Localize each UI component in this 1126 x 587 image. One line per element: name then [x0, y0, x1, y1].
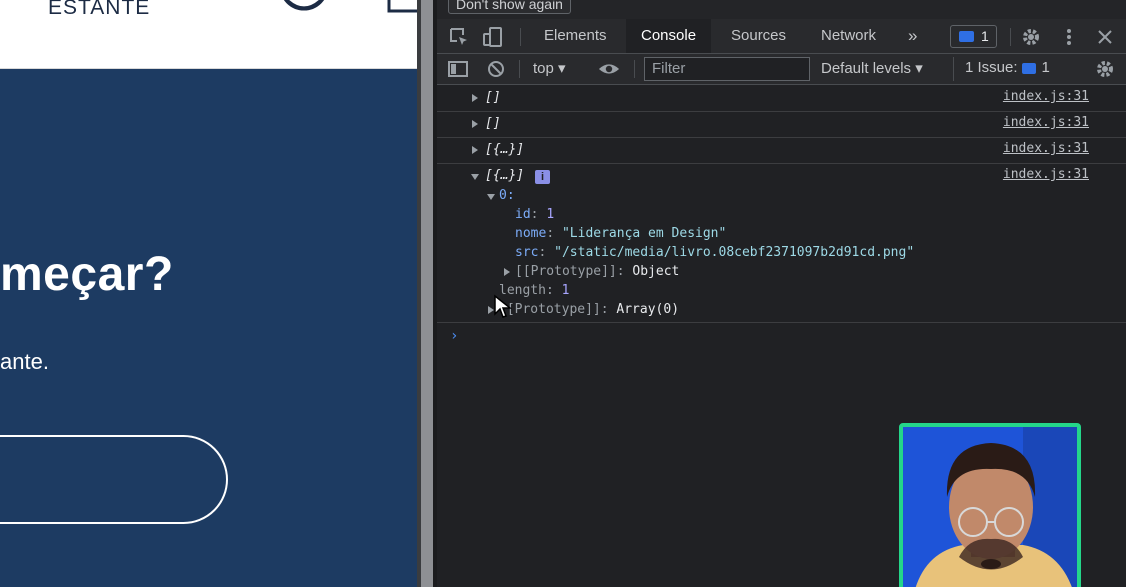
console-message-text: [{…}]: [485, 142, 525, 157]
console-settings-gear-icon[interactable]: [1094, 58, 1116, 80]
property-value: "Liderança em Design": [561, 226, 727, 241]
chevron-down-icon: ▾: [558, 60, 566, 77]
device-toolbar-icon[interactable]: [482, 26, 504, 48]
expand-triangle-icon[interactable]: [472, 94, 478, 102]
issues-counter-button[interactable]: 1 Issue: 1: [953, 57, 1067, 81]
property-id: id: 1: [515, 207, 555, 222]
tab-console[interactable]: Console: [626, 19, 712, 53]
source-link[interactable]: index.js:31: [1003, 89, 1089, 104]
tab-sources[interactable]: Sources: [731, 19, 786, 53]
hero-title: meçar?: [0, 248, 174, 301]
info-badge-icon[interactable]: i: [535, 170, 550, 184]
property-value: Object: [632, 264, 680, 279]
expand-triangle-icon[interactable]: [472, 120, 478, 128]
toolbar-divider: [1010, 28, 1011, 46]
property-key: src: [515, 245, 539, 260]
dont-show-again-button[interactable]: Don't show again: [448, 0, 571, 14]
filter-input[interactable]: Filter: [644, 57, 810, 81]
messages-count: 1: [981, 28, 989, 44]
message-bubble-icon: [959, 31, 974, 42]
settings-gear-icon[interactable]: [1020, 26, 1042, 48]
array-index-key: 0:: [499, 188, 515, 203]
sidebar-toggle-icon[interactable]: [447, 58, 469, 80]
hero-subtitle: ante.: [0, 349, 49, 374]
source-link[interactable]: index.js:31: [1003, 167, 1089, 182]
collapse-triangle-icon[interactable]: [471, 174, 479, 180]
devtools-tabbar: Elements Console Sources Network » 1: [437, 19, 1126, 54]
shopping-bag-icon[interactable]: [386, 0, 417, 14]
brand-logo-text[interactable]: ESTANTE: [48, 0, 150, 20]
console-message-text: []: [485, 90, 501, 105]
hero-search-field[interactable]: [0, 435, 228, 524]
context-value: top: [533, 60, 554, 77]
devtools-infobar: Don't show again: [437, 0, 1126, 19]
toolbar-divider: [519, 60, 520, 78]
inspect-element-icon[interactable]: [448, 26, 470, 48]
property-key: [[Prototype]]: [499, 302, 601, 317]
pane-resize-handle[interactable]: [417, 0, 437, 587]
property-value: 1: [561, 283, 570, 298]
console-prompt[interactable]: ›: [450, 328, 458, 344]
property-value: "/static/media/livro.08cebf2371097b2d91c…: [554, 245, 915, 260]
expand-triangle-icon[interactable]: [504, 268, 510, 276]
log-levels-dropdown[interactable]: Default levels ▾: [821, 59, 923, 77]
collapse-triangle-icon[interactable]: [487, 194, 495, 200]
console-message-expanded[interactable]: [{…}] i index.js:31 0: id: 1 nome: "Lide…: [437, 164, 1126, 323]
property-value: Array(0): [616, 302, 680, 317]
console-message[interactable]: [{…}] index.js:31: [437, 138, 1126, 164]
issue-bubble-icon: [1021, 62, 1036, 74]
property-value: 1: [546, 207, 555, 222]
property-key: [[Prototype]]: [515, 264, 617, 279]
webcam-overlay: [899, 423, 1081, 587]
source-link[interactable]: index.js:31: [1003, 141, 1089, 156]
presenter-video-frame: [903, 427, 1077, 587]
website-viewport: ESTANTE meçar? ante.: [0, 0, 417, 587]
site-header: ESTANTE: [0, 0, 417, 69]
messages-counter-badge[interactable]: 1: [950, 25, 997, 48]
live-expression-eye-icon[interactable]: [598, 58, 620, 80]
property-prototype-object: [[Prototype]]: Object: [515, 264, 680, 279]
clear-console-icon[interactable]: [485, 58, 507, 80]
tab-network[interactable]: Network: [821, 19, 876, 53]
console-message-text: [{…}]: [485, 168, 525, 183]
console-message-text: []: [485, 116, 501, 131]
log-levels-value: Default levels: [821, 60, 912, 77]
issues-count: 1: [1041, 59, 1050, 76]
console-message[interactable]: [] index.js:31: [437, 86, 1126, 112]
toolbar-divider: [520, 28, 521, 46]
toolbar-divider: [634, 60, 635, 78]
hero-banner: meçar? ante.: [0, 69, 417, 587]
property-key: id: [515, 207, 531, 222]
issues-label: 1 Issue:: [965, 59, 1018, 76]
more-tabs-chevron-icon[interactable]: »: [908, 19, 917, 53]
chevron-down-icon: ▾: [915, 60, 923, 77]
property-key: nome: [515, 226, 547, 241]
context-selector[interactable]: top ▾: [533, 59, 566, 77]
mouse-pointer-icon: [494, 294, 513, 318]
close-devtools-icon[interactable]: [1094, 26, 1116, 48]
source-link[interactable]: index.js:31: [1003, 115, 1089, 130]
property-prototype-array: [[Prototype]]: Array(0): [499, 302, 680, 317]
expand-triangle-icon[interactable]: [472, 146, 478, 154]
console-message[interactable]: [] index.js:31: [437, 112, 1126, 138]
console-toolbar: top ▾ Filter Default levels ▾ 1 Issue: 1: [437, 54, 1126, 85]
tab-elements[interactable]: Elements: [544, 19, 607, 53]
property-nome: nome: "Liderança em Design": [515, 226, 727, 241]
more-options-kebab-icon[interactable]: [1058, 26, 1080, 48]
user-account-icon[interactable]: [279, 0, 329, 16]
property-src: src: "/static/media/livro.08cebf2371097b…: [515, 245, 915, 260]
